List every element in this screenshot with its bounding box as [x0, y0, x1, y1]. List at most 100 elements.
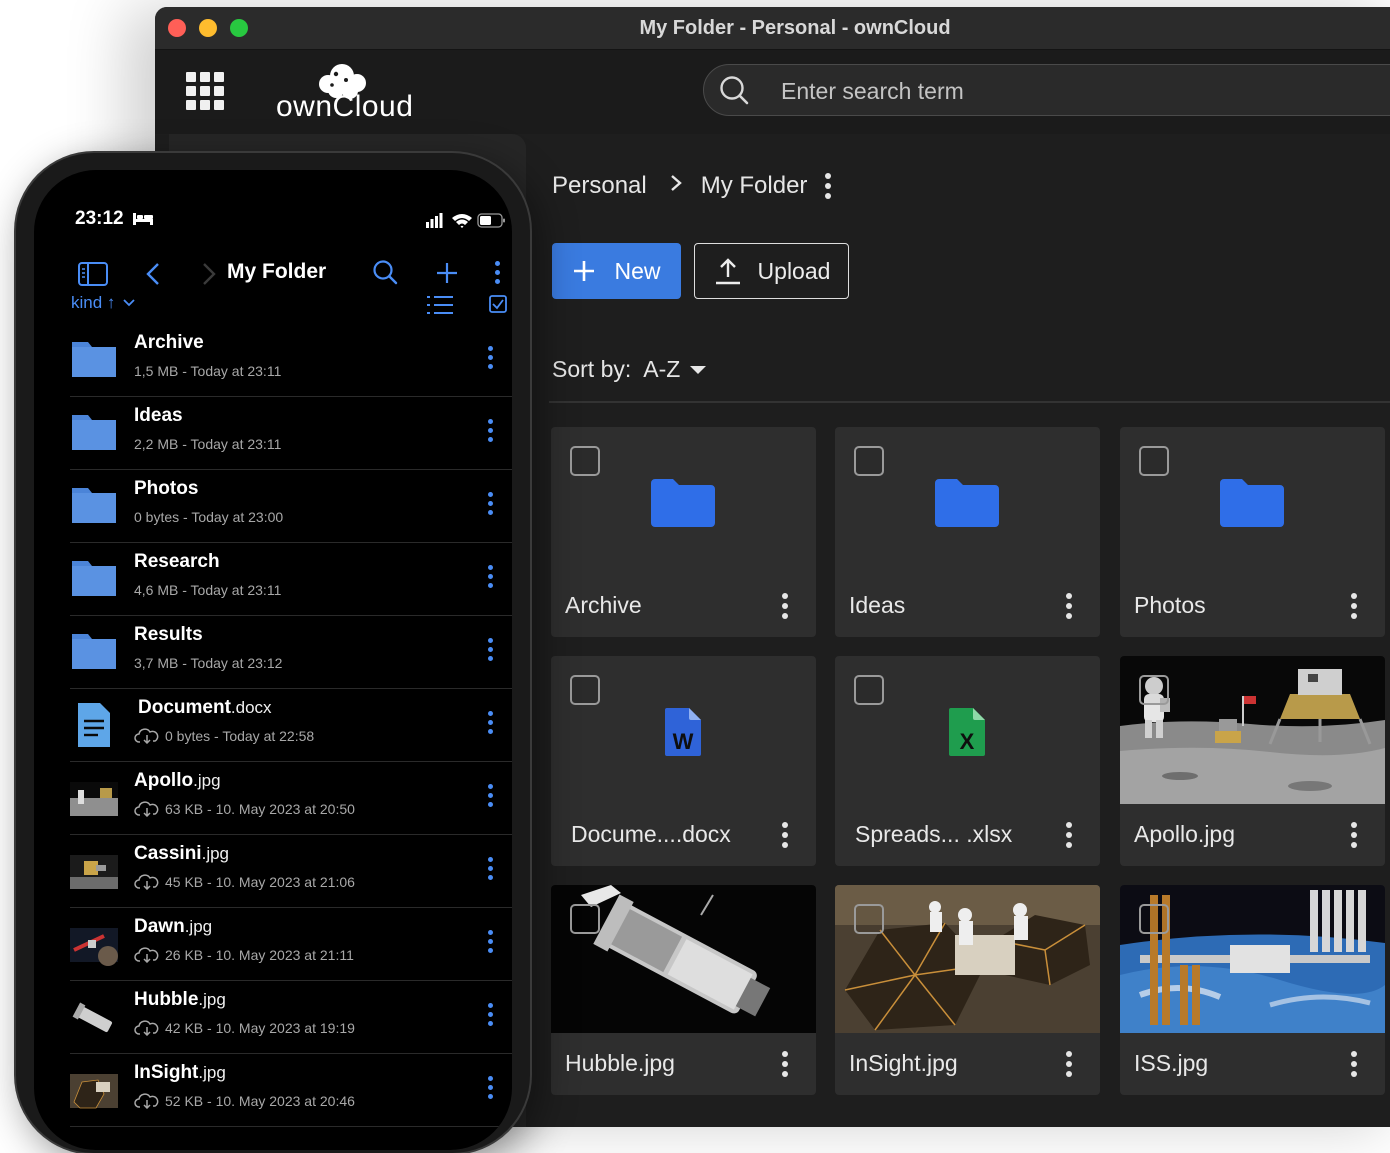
item-kebab-icon[interactable]	[488, 711, 494, 737]
item-kebab-icon[interactable]	[488, 638, 494, 664]
breadcrumb-personal[interactable]: Personal	[552, 172, 647, 200]
list-item[interactable]: Apollo.jpg 63 KB - 10. May 2023 at 20:50	[70, 762, 512, 835]
breadcrumb-chevron-icon	[669, 173, 683, 199]
tile-apollo[interactable]: Apollo.jpg	[1120, 656, 1385, 866]
select-checkmark-icon[interactable]	[489, 295, 507, 313]
tile-kebab-icon[interactable]	[1351, 1051, 1357, 1077]
item-meta: 0 bytes - Today at 23:00	[134, 509, 284, 525]
item-extension: .jpg	[184, 917, 213, 936]
window-title: My Folder - Personal - ownCloud	[639, 17, 951, 39]
folder-icon	[72, 415, 116, 450]
item-meta-row: 42 KB - 10. May 2023 at 19:19	[134, 1020, 355, 1036]
tile-iss[interactable]: ISS.jpg	[1120, 885, 1385, 1095]
select-checkbox[interactable]	[854, 904, 884, 934]
tile-insight[interactable]: InSight.jpg	[835, 885, 1100, 1095]
tile-spreadsheet[interactable]: X Spreads... .xlsx	[835, 656, 1100, 866]
title-bar: My Folder - Personal - ownCloud	[155, 7, 1390, 50]
wifi-icon	[452, 214, 472, 228]
owncloud-logo[interactable]: ownCloud	[276, 60, 413, 126]
search-bar[interactable]	[703, 64, 1390, 117]
item-name: InSight.jpg	[134, 1062, 226, 1084]
list-item[interactable]: Dawn.jpg 26 KB - 10. May 2023 at 21:11	[70, 908, 512, 981]
item-kebab-icon[interactable]	[488, 1076, 494, 1102]
select-checkbox[interactable]	[854, 446, 884, 476]
tile-photos[interactable]: Photos	[1120, 427, 1385, 637]
divider	[549, 401, 1390, 403]
phone-device: 23:12 My Folder kind ↑ Archive 1,5 MB - …	[16, 153, 530, 1153]
search-icon[interactable]	[372, 259, 398, 285]
tile-kebab-icon[interactable]	[782, 822, 788, 848]
upload-button[interactable]: Upload	[694, 243, 849, 299]
item-name: Document.docx	[138, 697, 272, 719]
signal-icon	[426, 213, 443, 228]
item-kebab-icon[interactable]	[488, 930, 494, 956]
folder-actions-kebab-icon[interactable]	[825, 173, 832, 199]
sort-value[interactable]: A-Z	[643, 356, 680, 383]
list-item[interactable]: Cassini.jpg 45 KB - 10. May 2023 at 21:0…	[70, 835, 512, 908]
folder-icon	[935, 479, 999, 527]
tile-kebab-icon[interactable]	[782, 1051, 788, 1077]
tile-archive[interactable]: Archive	[551, 427, 816, 637]
tile-kebab-icon[interactable]	[782, 593, 788, 619]
tile-kebab-icon[interactable]	[1351, 822, 1357, 848]
back-chevron-icon[interactable]	[146, 262, 160, 286]
item-kebab-icon[interactable]	[488, 784, 494, 810]
sort-kind-button[interactable]: kind ↑	[71, 293, 136, 313]
list-item[interactable]: Research 4,6 MB - Today at 23:11	[70, 543, 512, 616]
list-item[interactable]: Archive 1,5 MB - Today at 23:11	[70, 324, 512, 397]
select-checkbox[interactable]	[1139, 675, 1169, 705]
tile-kebab-icon[interactable]	[1066, 1051, 1072, 1077]
folder-icon	[651, 479, 715, 527]
select-checkbox[interactable]	[570, 675, 600, 705]
item-name: Ideas	[134, 405, 183, 426]
list-item[interactable]: Hubble.jpg 42 KB - 10. May 2023 at 19:19	[70, 981, 512, 1054]
select-checkbox[interactable]	[570, 904, 600, 934]
item-basename: InSight	[134, 1062, 199, 1083]
list-item[interactable]: Results 3,7 MB - Today at 23:12	[70, 616, 512, 689]
tile-name: InSight.jpg	[849, 1050, 958, 1076]
forward-chevron-icon[interactable]	[202, 262, 216, 286]
item-meta-row: 26 KB - 10. May 2023 at 21:11	[134, 947, 354, 963]
list-item[interactable]: InSight.jpg 52 KB - 10. May 2023 at 20:4…	[70, 1054, 512, 1127]
tile-kebab-icon[interactable]	[1066, 593, 1072, 619]
item-kebab-icon[interactable]	[488, 346, 494, 372]
more-options-icon[interactable]	[495, 261, 501, 287]
list-item[interactable]: Ideas 2,2 MB - Today at 23:11	[70, 397, 512, 470]
item-kebab-icon[interactable]	[488, 492, 494, 518]
tile-document[interactable]: W Docume....docx	[551, 656, 816, 866]
item-kebab-icon[interactable]	[488, 857, 494, 883]
cloud-download-icon	[134, 874, 159, 890]
list-view-icon[interactable]	[427, 294, 453, 316]
tile-kebab-icon[interactable]	[1066, 822, 1072, 848]
new-button[interactable]: New	[552, 243, 681, 299]
search-input[interactable]	[779, 65, 1383, 117]
item-basename: Dawn	[134, 916, 185, 937]
item-meta: 2,2 MB - Today at 23:11	[134, 436, 282, 452]
item-name: Apollo.jpg	[134, 770, 221, 792]
sort-kind-label: kind ↑	[71, 293, 116, 312]
select-checkbox[interactable]	[854, 675, 884, 705]
cloud-download-icon	[134, 801, 159, 817]
select-checkbox[interactable]	[1139, 446, 1169, 476]
select-checkbox[interactable]	[570, 446, 600, 476]
add-plus-icon[interactable]	[435, 261, 459, 285]
caret-down-icon[interactable]	[690, 365, 707, 374]
select-checkbox[interactable]	[1139, 904, 1169, 934]
item-kebab-icon[interactable]	[488, 419, 494, 445]
item-meta-row: 45 KB - 10. May 2023 at 21:06	[134, 874, 355, 890]
excel-spreadsheet-icon: X	[949, 708, 985, 756]
breadcrumb-my-folder[interactable]: My Folder	[701, 172, 808, 200]
tile-hubble[interactable]: Hubble.jpg	[551, 885, 816, 1095]
phone-file-list: Archive 1,5 MB - Today at 23:11 Ideas 2,…	[34, 324, 512, 1127]
folder-icon	[72, 342, 116, 377]
status-time: 23:12	[75, 208, 153, 230]
app-switcher-grid-icon[interactable]	[186, 72, 226, 112]
tile-kebab-icon[interactable]	[1351, 593, 1357, 619]
sidebar-toggle-icon[interactable]	[78, 262, 108, 286]
list-item[interactable]: Document.docx 0 bytes - Today at 22:58	[70, 689, 512, 762]
item-basename: Document	[138, 697, 231, 718]
item-kebab-icon[interactable]	[488, 1003, 494, 1029]
tile-ideas[interactable]: Ideas	[835, 427, 1100, 637]
item-kebab-icon[interactable]	[488, 565, 494, 591]
list-item[interactable]: Photos 0 bytes - Today at 23:00	[70, 470, 512, 543]
